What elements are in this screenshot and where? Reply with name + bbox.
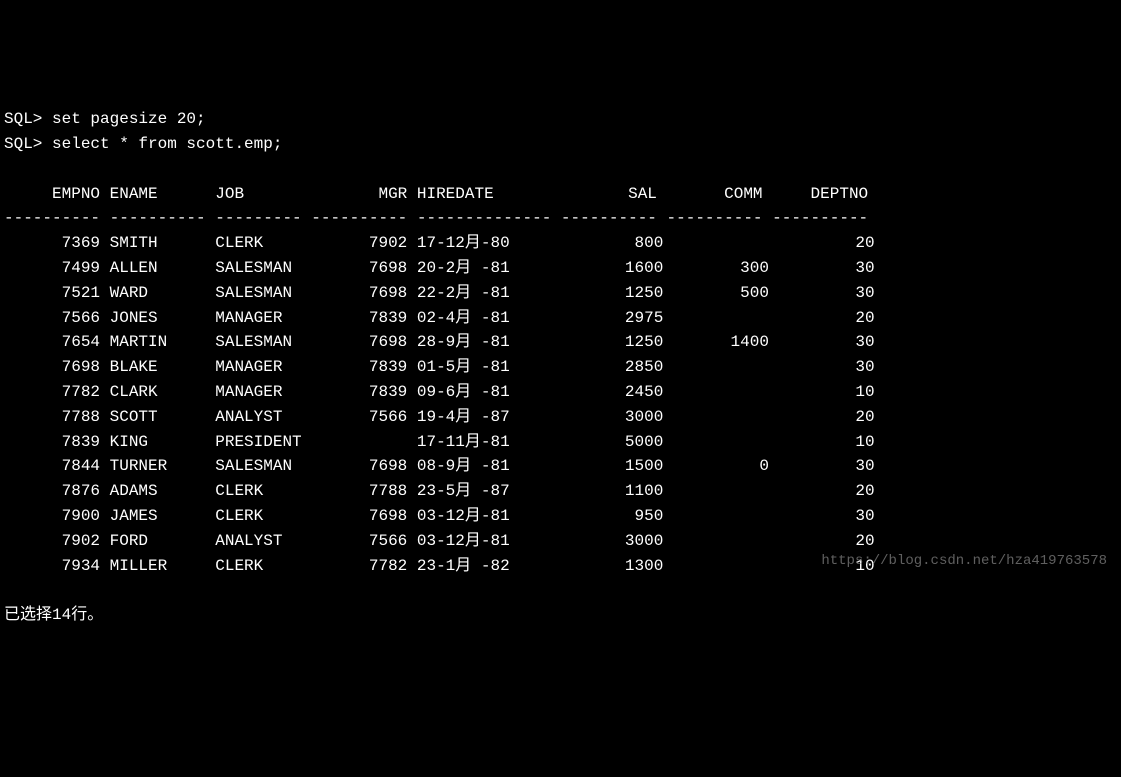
terminal-output[interactable]: SQL> set pagesize 20; SQL> select * from…: [4, 107, 1117, 628]
watermark-text: https://blog.csdn.net/hza419763578: [821, 551, 1107, 573]
